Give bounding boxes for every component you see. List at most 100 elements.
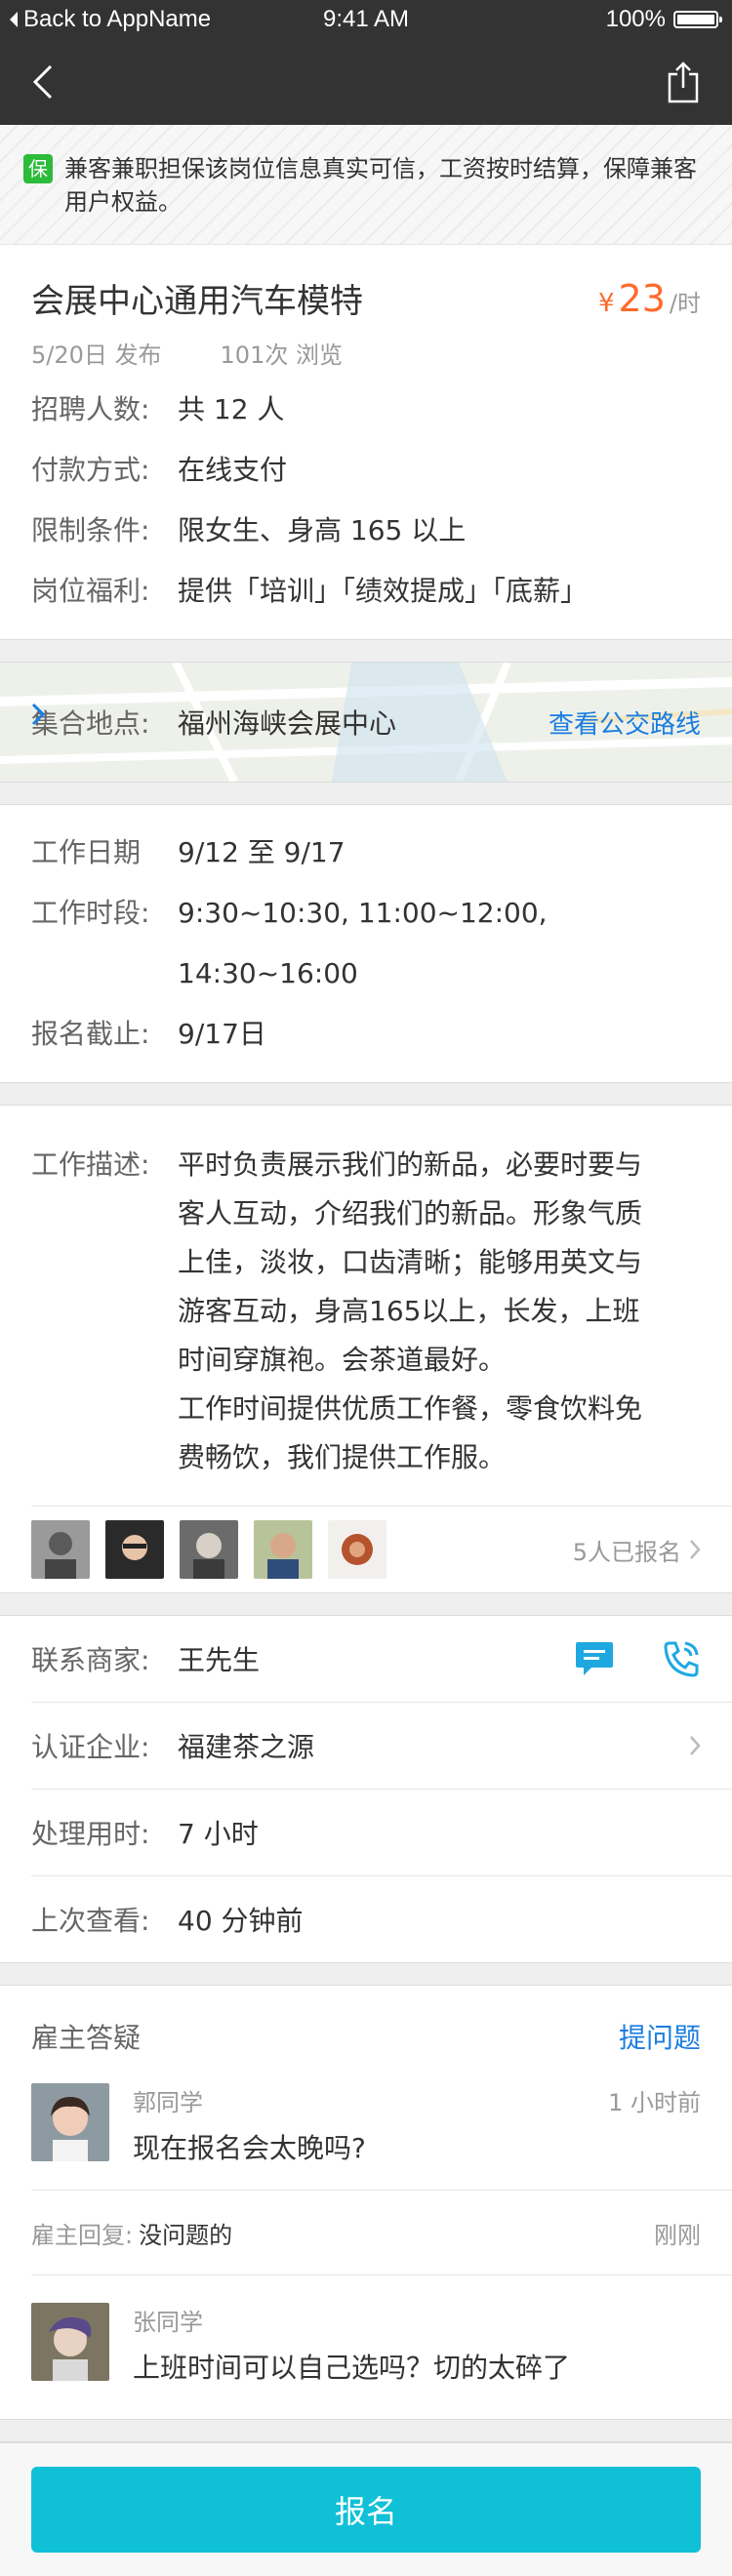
- view-count: 101次 浏览: [220, 342, 343, 369]
- job-summary-card: 会展中心通用汽车模特 ¥ 23 /时 5/20日 发布 101次 浏览 招聘人数…: [0, 244, 732, 639]
- chevron-right-icon: [690, 1540, 701, 1559]
- description-line: 工作时间提供优质工作餐，零食饮料免: [178, 1392, 643, 1425]
- schedule-card: 工作日期 9/12 至 9/17 工作时段: 9:30~10:30, 11:00~1…: [0, 805, 732, 1082]
- contact-label: 认证企业:: [31, 1731, 150, 1763]
- contact-value: 40 分钟前: [178, 1905, 304, 1937]
- section-divider: [0, 1592, 732, 1616]
- description-line: 平时负责展示我们的新品，必要时要与: [178, 1148, 643, 1181]
- nav-bar: [0, 39, 732, 125]
- applicants-row[interactable]: 5人已报名: [31, 1506, 732, 1592]
- question-text: 上班时间可以自己选吗？切的太碎了: [133, 2352, 571, 2384]
- share-icon[interactable]: [666, 60, 701, 103]
- detail-row-payment: 付款方式: 在线支付: [31, 440, 701, 501]
- question-item: 张同学 上班时间可以自己选吗？切的太碎了: [0, 2275, 732, 2419]
- detail-value: 提供「培训」「绩效提成」「底薪」: [178, 575, 589, 607]
- applicant-avatar: [105, 1520, 164, 1579]
- description-line: 费畅饮，我们提供工作服。: [178, 1441, 507, 1473]
- contact-value: 王先生: [178, 1644, 261, 1676]
- schedule-row-date: 工作日期 9/12 至 9/17: [31, 823, 701, 883]
- user-avatar: [31, 2303, 109, 2381]
- ask-question-button[interactable]: 提问题: [619, 2017, 701, 2056]
- schedule-label: 报名截止:: [31, 1018, 150, 1050]
- detail-row-restrictions: 限制条件: 限女生、身高 165 以上: [31, 501, 701, 561]
- schedule-row-hours: 工作时段: 9:30~10:30, 11:00~12:00, 14:30~16:0…: [31, 883, 701, 1004]
- battery-icon: [673, 11, 722, 28]
- schedule-label: 工作日期: [31, 836, 142, 868]
- detail-value: 在线支付: [178, 454, 288, 486]
- asker-name: 郭同学: [133, 2089, 203, 2116]
- contact-row-company[interactable]: 认证企业: 福建茶之源: [31, 1702, 732, 1789]
- detail-row-benefits: 岗位福利: 提供「培训」「绩效提成」「底薪」: [31, 561, 701, 622]
- section-divider: [0, 1962, 732, 1986]
- detail-label: 岗位福利:: [31, 575, 150, 607]
- phone-icon[interactable]: [662, 1639, 701, 1678]
- meeting-location-row[interactable]: 集合地点: 福州海峡会展中心 查看公交路线: [0, 663, 732, 782]
- applicant-avatar: [31, 1520, 90, 1579]
- description-line: 客人互动，介绍我们的新品。形象气质: [178, 1197, 643, 1229]
- section-divider: [0, 2419, 732, 2442]
- detail-row-headcount: 招聘人数: 共 12 人: [31, 380, 701, 440]
- contact-row-last-viewed: 上次查看: 40 分钟前: [31, 1875, 732, 1962]
- detail-label: 招聘人数:: [31, 393, 150, 425]
- contact-label: 上次查看:: [31, 1905, 150, 1937]
- detail-value: 共 12 人: [178, 393, 285, 425]
- contact-row-merchant: 联系商家: 王先生: [31, 1616, 732, 1702]
- question-text: 现在报名会太晚吗?: [133, 2132, 366, 2164]
- schedule-value: 9/12 至 9/17: [178, 836, 346, 868]
- question-item: 郭同学 1 小时前 现在报名会太晚吗?: [0, 2056, 732, 2190]
- question-time: 1 小时前: [608, 2089, 701, 2116]
- contact-value: 7 小时: [178, 1818, 259, 1850]
- section-divider: [0, 1082, 732, 1106]
- schedule-value: 9:30~10:30, 11:00~12:00, 14:30~16:00: [178, 897, 548, 989]
- applicant-avatar: [254, 1520, 312, 1579]
- job-title: 会展中心通用汽车模特: [31, 282, 363, 321]
- signup-button[interactable]: 报名: [31, 2467, 701, 2553]
- location-value: 福州海峡会展中心: [178, 707, 397, 740]
- back-to-app-label: Back to AppName: [23, 6, 212, 32]
- contact-label: 联系商家:: [31, 1644, 150, 1676]
- location-label: 集合地点:: [31, 707, 150, 740]
- price-currency: ¥: [598, 288, 615, 318]
- reply-text: 没问题的: [139, 2221, 233, 2249]
- guarantee-notice: 保 兼客兼职担保该岗位信息真实可信，工资按时结算，保障兼客用户权益。: [0, 125, 732, 244]
- applicants-count: 5人已报名: [573, 1533, 701, 1567]
- status-bar: Back to AppName 9:41 AM 100%: [0, 0, 732, 39]
- contact-label: 处理用时:: [31, 1818, 150, 1850]
- guarantee-text: 兼客兼职担保该岗位信息真实可信，工资按时结算，保障兼客用户权益。: [64, 155, 697, 216]
- price-unit: /时: [669, 289, 701, 317]
- job-price: ¥ 23 /时: [598, 277, 701, 320]
- message-icon[interactable]: [574, 1640, 615, 1677]
- view-bus-route-link[interactable]: 查看公交路线: [31, 703, 701, 741]
- detail-label: 限制条件:: [31, 514, 150, 546]
- contact-row-response-time: 处理用时: 7 小时: [31, 1789, 732, 1875]
- description-line: 时间穿旗袍。会茶道最好。: [178, 1344, 507, 1376]
- back-triangle-icon: [10, 12, 18, 27]
- description-line: 上佳，淡妆，口齿清晰；能够用英文与: [178, 1246, 643, 1278]
- price-value: 23: [618, 276, 666, 320]
- reply-label: 雇主回复:: [31, 2221, 134, 2249]
- user-avatar: [31, 2083, 109, 2161]
- contact-value: 福建茶之源: [178, 1731, 315, 1763]
- footer-bar: 报名: [0, 2442, 732, 2576]
- contact-card: 联系商家: 王先生 认证企业: 福建茶之源 处理用时: 7 小时 上次查看: 4…: [0, 1616, 732, 1962]
- view-bus-route-label: 查看公交路线: [548, 709, 701, 740]
- employer-reply: 雇主回复: 没问题的 刚刚: [31, 2190, 732, 2275]
- description-line: 游客互动，身高165以上，长发，上班: [178, 1295, 640, 1327]
- qa-title: 雇主答疑: [31, 2022, 142, 2054]
- section-divider: [0, 639, 732, 663]
- detail-value: 限女生、身高 165 以上: [178, 514, 467, 546]
- section-divider: [0, 782, 732, 805]
- description-card: 工作描述: 平时负责展示我们的新品，必要时要与 客人互动，介绍我们的新品。形象气…: [0, 1106, 732, 1592]
- posted-date: 5/20日 发布: [31, 342, 162, 369]
- schedule-row-deadline: 报名截止: 9/17日: [31, 1004, 701, 1065]
- description-label: 工作描述:: [31, 1148, 150, 1181]
- schedule-value: 9/17日: [178, 1018, 266, 1050]
- applicants-count-label: 5人已报名: [572, 1538, 681, 1566]
- chevron-right-icon: [690, 1736, 701, 1755]
- asker-name: 张同学: [133, 2309, 203, 2336]
- chevron-right-icon: [31, 703, 45, 726]
- back-arrow-icon[interactable]: [31, 62, 55, 101]
- back-to-app-link[interactable]: Back to AppName: [8, 6, 211, 33]
- guarantee-badge: 保: [23, 154, 53, 183]
- battery-percent: 100%: [605, 6, 666, 32]
